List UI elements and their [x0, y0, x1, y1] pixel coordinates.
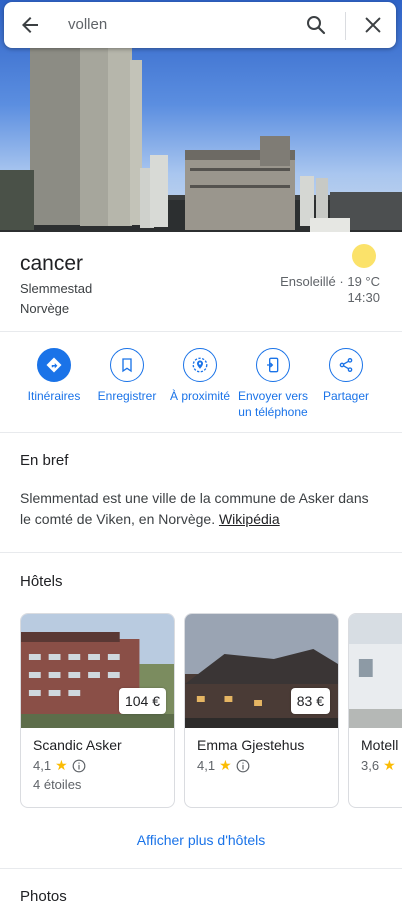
- hotel-class: 4 étoiles: [33, 777, 82, 792]
- hotel-rating: 4,1 ★: [33, 757, 86, 774]
- nearby-label: À proximité: [169, 389, 231, 403]
- info-icon[interactable]: [72, 759, 86, 773]
- send-to-phone-button[interactable]: Envoyer vers un téléphone: [233, 348, 313, 420]
- more-hotels-link[interactable]: Afficher plus d'hôtels: [0, 832, 402, 848]
- search-bar: vollen: [4, 2, 396, 48]
- divider: [0, 552, 402, 553]
- send-to-phone-label: Envoyer vers un téléphone: [237, 389, 309, 419]
- overview-description: Slemmentad est une ville de la commune d…: [20, 490, 369, 527]
- rating-value: 3,6: [361, 758, 380, 773]
- search-divider: [345, 12, 346, 40]
- wikipedia-link[interactable]: Wikipédia: [219, 511, 280, 527]
- hotel-rating: 4,1 ★: [197, 757, 250, 774]
- search-input[interactable]: vollen: [68, 16, 107, 33]
- photos-heading: Photos: [20, 888, 67, 905]
- directions-icon: [46, 357, 62, 373]
- bookmark-icon: [122, 358, 132, 373]
- hotel-price: 83 €: [290, 688, 330, 714]
- hotel-card[interactable]: 104 € Scandic Asker 4,1 ★ 4 étoiles: [20, 613, 175, 808]
- hotels-heading: Hôtels: [20, 573, 63, 590]
- hotel-carousel[interactable]: 104 € Scandic Asker 4,1 ★ 4 étoiles 83 €…: [20, 613, 402, 809]
- divider: [0, 868, 402, 869]
- nearby-icon: [192, 357, 208, 373]
- save-button[interactable]: Enregistrer: [87, 348, 167, 404]
- hotel-rating: 3,6 ★: [361, 757, 400, 774]
- rating-value: 4,1: [197, 758, 216, 773]
- share-button[interactable]: Partager: [306, 348, 386, 404]
- hotel-name: Emma Gjestehus: [197, 737, 305, 753]
- hotel-name: Scandic Asker: [33, 737, 122, 753]
- share-label: Partager: [322, 389, 370, 403]
- place-header: cancer Slemmestad Norvège Ensoleillé · 1…: [0, 232, 402, 332]
- save-label: Enregistrer: [97, 389, 157, 403]
- hotel-price: 104 €: [118, 688, 166, 714]
- hotel-card[interactable]: 83 € Emma Gjestehus 4,1 ★: [184, 613, 339, 808]
- back-arrow-icon[interactable]: [18, 13, 42, 37]
- send-to-phone-icon: [267, 357, 279, 373]
- place-country: Norvège: [20, 301, 70, 316]
- hotel-photo: [349, 614, 402, 728]
- share-icon: [339, 358, 353, 372]
- place-title: cancer: [20, 252, 84, 275]
- rating-value: 4,1: [33, 758, 52, 773]
- close-icon[interactable]: [362, 14, 384, 36]
- star-icon: ★: [219, 757, 232, 773]
- sunny-weather-icon: [352, 244, 376, 268]
- divider: [0, 432, 402, 433]
- directions-button[interactable]: Itinéraires: [14, 348, 94, 404]
- action-bar: Itinéraires Enregistrer À proximité Envo…: [0, 332, 402, 432]
- local-time: 14:30: [347, 290, 380, 305]
- nearby-button[interactable]: À proximité: [160, 348, 240, 404]
- star-icon: ★: [55, 757, 68, 773]
- search-icon[interactable]: [304, 13, 328, 37]
- overview-heading: En bref: [20, 452, 69, 469]
- directions-label: Itinéraires: [27, 389, 81, 403]
- hotel-card[interactable]: Motell 3,6 ★: [348, 613, 402, 808]
- star-icon: ★: [383, 757, 396, 773]
- info-icon[interactable]: [236, 759, 250, 773]
- place-locality: Slemmestad: [20, 281, 93, 296]
- hotel-name: Motell: [361, 737, 399, 753]
- weather-text: Ensoleillé · 19 °C: [280, 274, 380, 289]
- overview-text: Slemmentad est une ville de la commune d…: [20, 488, 380, 530]
